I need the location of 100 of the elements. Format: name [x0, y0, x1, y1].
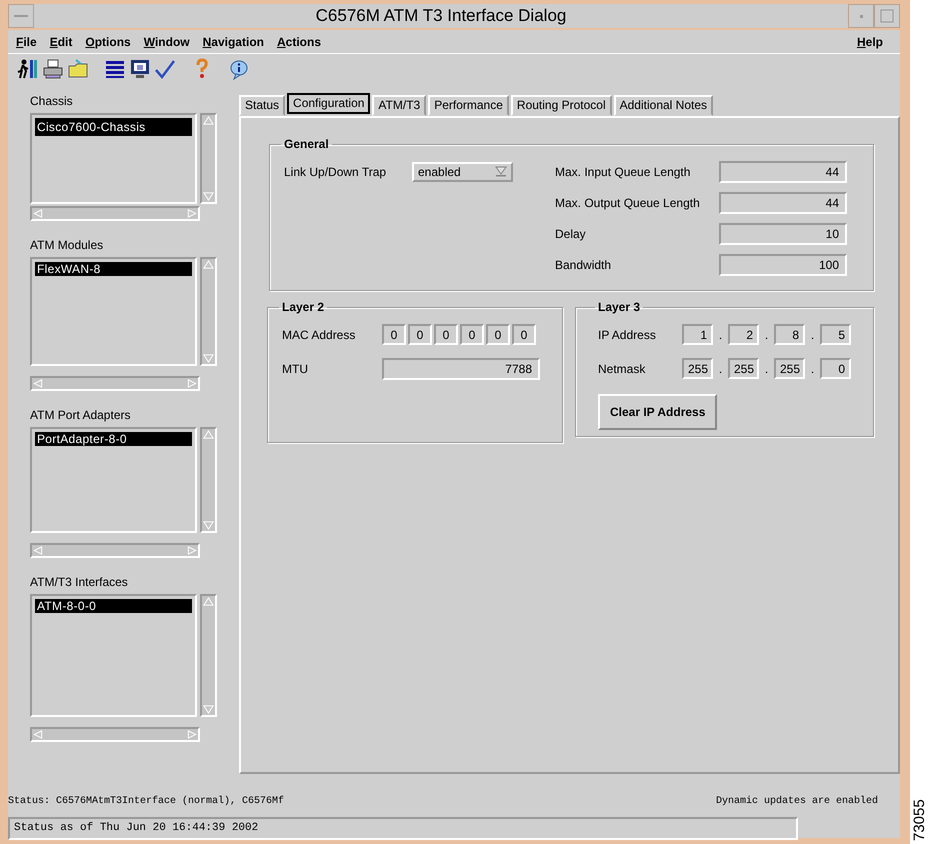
tab[interactable]: Configuration [287, 93, 370, 114]
ip-octet-field[interactable]: 8 [774, 324, 805, 345]
list-label: Chassis [30, 94, 74, 108]
printer-icon[interactable] [42, 58, 64, 80]
netmask-octet-field[interactable]: 255 [728, 358, 759, 379]
tab[interactable]: Additional Notes [614, 95, 714, 116]
tab[interactable]: Routing Protocol [510, 95, 612, 116]
netmask-octet-field[interactable]: 255 [774, 358, 805, 379]
dropdown-value: enabled [418, 164, 461, 180]
number-field[interactable]: 100 [719, 254, 847, 276]
horizontal-scrollbar[interactable] [30, 376, 200, 391]
figure-number: 73055 [912, 799, 928, 841]
list-label: ATM Port Adapters [30, 408, 132, 422]
number-field[interactable]: 44 [719, 160, 847, 182]
info-icon[interactable] [228, 58, 250, 80]
field-label: Max. Input Queue Length [555, 164, 692, 180]
vertical-scrollbar[interactable] [200, 427, 217, 533]
scroll-down-arrow-icon[interactable] [202, 704, 215, 715]
status-text: Status: C6576MAtmT3Interface (normal), C6576Mf [8, 794, 284, 809]
folder-icon[interactable] [67, 58, 89, 80]
group-title: Layer 2 [281, 301, 326, 313]
horizontal-scrollbar[interactable] [30, 206, 200, 221]
dot-separator: . [764, 360, 770, 378]
number-field[interactable]: 10 [719, 222, 847, 244]
tab[interactable]: Status [239, 95, 286, 116]
scroll-right-arrow-icon[interactable] [186, 208, 198, 219]
netmask-octet-field[interactable]: 0 [820, 358, 851, 379]
scroll-up-arrow-icon[interactable] [202, 429, 215, 440]
mtu-field[interactable]: 7788 [382, 358, 540, 380]
monitor-icon[interactable] [129, 58, 151, 80]
scroll-down-arrow-icon[interactable] [202, 353, 215, 364]
ip-octet-field[interactable]: 5 [820, 324, 851, 345]
menu-item[interactable]: Edit [48, 32, 74, 50]
field-label: Max. Output Queue Length [555, 194, 701, 212]
clear-ip-button[interactable]: Clear IP Address [598, 394, 718, 430]
number-field[interactable]: 44 [719, 192, 847, 214]
list-label: ATM Modules [30, 238, 104, 252]
dot-separator: . [718, 326, 724, 344]
field-label: Bandwidth [555, 256, 612, 274]
horizontal-scrollbar[interactable] [30, 543, 200, 558]
maximize-button[interactable] [874, 4, 900, 28]
updates-text: Dynamic updates are enabled [716, 794, 878, 809]
menu-item[interactable]: Options [83, 32, 133, 50]
scroll-up-arrow-icon[interactable] [202, 259, 215, 270]
list-item[interactable]: FlexWAN-8 [35, 262, 192, 276]
minus-icon [14, 14, 28, 18]
netmask-octet-field[interactable]: 255 [682, 358, 713, 379]
list-icon[interactable] [104, 58, 126, 80]
menu-item[interactable]: Actions [274, 32, 323, 50]
scroll-right-arrow-icon[interactable] [186, 729, 198, 740]
dropdown-arrow-icon[interactable] [495, 166, 507, 177]
square-icon [880, 9, 894, 23]
field-label: Link Up/Down Trap [284, 164, 386, 180]
mac-octet-field[interactable]: 0 [408, 324, 432, 345]
vertical-scrollbar[interactable] [200, 257, 217, 366]
minimize-button[interactable] [848, 4, 874, 28]
field-label: Netmask [598, 360, 646, 378]
window-title: C6576M ATM T3 Interface Dialog [314, 5, 568, 28]
mac-octet-field[interactable]: 0 [486, 324, 510, 345]
scroll-up-arrow-icon[interactable] [202, 115, 215, 126]
horizontal-scrollbar[interactable] [30, 727, 200, 742]
menu-item[interactable]: Help [854, 32, 885, 50]
checkmark-icon[interactable] [154, 58, 176, 80]
menu-item[interactable]: Navigation [200, 32, 266, 50]
mac-octet-field[interactable]: 0 [382, 324, 406, 345]
ip-octet-field[interactable]: 2 [728, 324, 759, 345]
field-label: MAC Address [282, 326, 356, 344]
scroll-left-arrow-icon[interactable] [32, 378, 44, 389]
field-label: IP Address [598, 326, 657, 344]
vertical-scrollbar[interactable] [200, 113, 217, 204]
scroll-left-arrow-icon[interactable] [32, 545, 44, 556]
tab[interactable]: Performance [428, 95, 509, 116]
scroll-right-arrow-icon[interactable] [186, 545, 198, 556]
trap-dropdown[interactable]: enabled [412, 162, 513, 182]
scroll-down-arrow-icon[interactable] [202, 191, 215, 202]
dot-separator: . [718, 360, 724, 378]
window-menu-button[interactable] [8, 4, 34, 28]
mac-octet-field[interactable]: 0 [434, 324, 458, 345]
mac-octet-field[interactable]: 0 [460, 324, 484, 345]
list-item[interactable]: Cisco7600-Chassis [35, 118, 192, 136]
status-time-field: Status as of Thu Jun 20 16:44:39 2002 [8, 817, 798, 840]
scroll-right-arrow-icon[interactable] [186, 378, 198, 389]
mac-octet-field[interactable]: 0 [512, 324, 536, 345]
tab[interactable]: ATM/T3 [372, 95, 426, 116]
vertical-scrollbar[interactable] [200, 594, 217, 717]
scroll-left-arrow-icon[interactable] [32, 208, 44, 219]
list-label: ATM/T3 Interfaces [30, 575, 129, 589]
menu-item[interactable]: Window [142, 32, 192, 50]
group-title: General [283, 138, 330, 150]
ip-octet-field[interactable]: 1 [682, 324, 713, 345]
list-item[interactable]: ATM-8-0-0 [35, 599, 192, 614]
dot-separator: . [810, 360, 816, 378]
field-label: MTU [282, 360, 309, 378]
scroll-up-arrow-icon[interactable] [202, 596, 215, 607]
menu-item[interactable]: File [14, 32, 39, 50]
exit-icon[interactable] [17, 58, 39, 80]
field-label: Delay [555, 226, 587, 242]
scroll-left-arrow-icon[interactable] [32, 729, 44, 740]
list-item[interactable]: PortAdapter-8-0 [35, 432, 192, 446]
scroll-down-arrow-icon[interactable] [202, 520, 215, 531]
